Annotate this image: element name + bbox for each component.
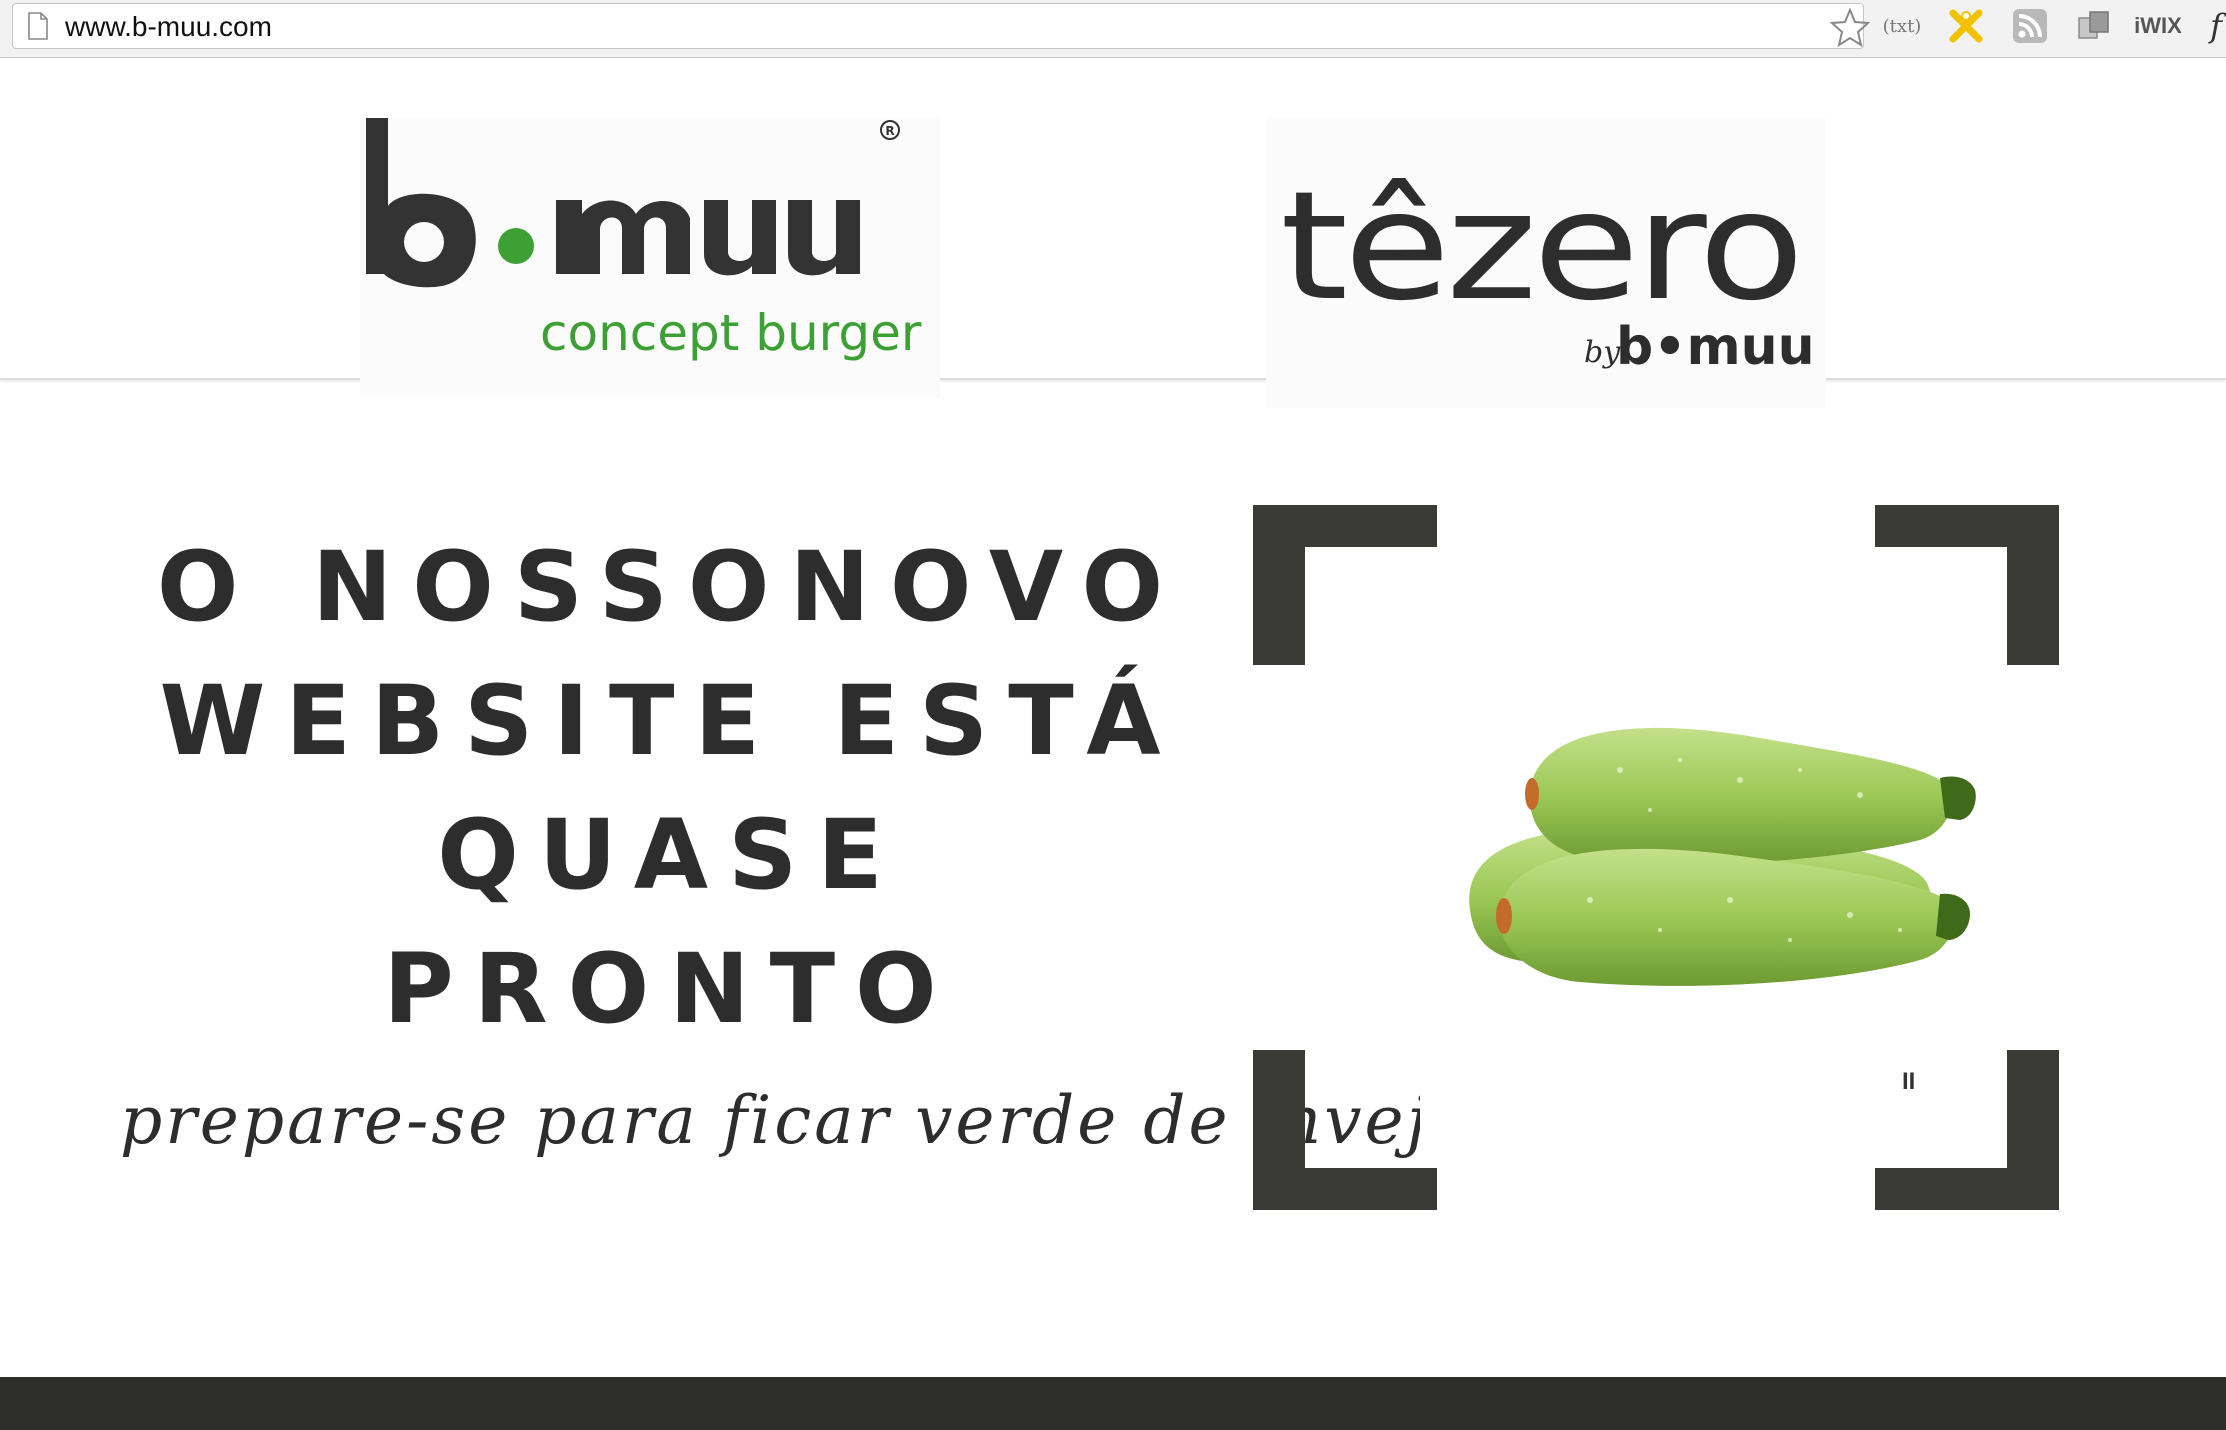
- address-bar[interactable]: www.b-muu.com: [12, 3, 1871, 49]
- headline-line-4: PRONTO: [383, 933, 957, 1045]
- footer-bar: [0, 1377, 2226, 1430]
- bmuu-logo[interactable]: R concept burger: [360, 118, 940, 398]
- wix-extension-icon[interactable]: iWIX: [2134, 6, 2182, 46]
- browser-toolbar: www.b-muu.com (txt) iWIX f: [0, 0, 2226, 58]
- tezero-logo[interactable]: têzero by b•muu: [1266, 118, 1826, 408]
- headline-line-3: QUASE: [437, 799, 903, 911]
- hero-tagline: prepare-se para ficar verde de inveja: [120, 1082, 1473, 1159]
- bmuu-subtitle: concept burger: [540, 304, 922, 362]
- x-extension-icon[interactable]: [1946, 6, 1986, 46]
- headline-line-1: O NOSSONOVO: [156, 531, 1184, 643]
- page-icon: [28, 12, 48, 40]
- registered-mark: R: [885, 124, 894, 138]
- headline-line-2: WEBSITE ESTÁ: [159, 665, 1181, 777]
- zucchini-image: [1469, 727, 1976, 986]
- tezero-wordmark: têzero: [1280, 160, 1800, 334]
- url-text[interactable]: www.b-muu.com: [65, 11, 272, 43]
- tezero-byline-brand: b•muu: [1616, 317, 1815, 377]
- f-extension-icon[interactable]: f: [2196, 6, 2226, 46]
- rss-icon[interactable]: [2010, 6, 2050, 46]
- hero-headline: O NOSSONOVO WEBSITE ESTÁ QUASE PRONTO: [120, 520, 1220, 1056]
- copy-extension-icon[interactable]: [2074, 6, 2114, 46]
- bullet-extension-icon[interactable]: (txt): [1882, 6, 1922, 46]
- bookmark-star-icon[interactable]: [1829, 6, 1871, 48]
- slideshow-pause-icon[interactable]: II: [1902, 1068, 1915, 1096]
- site-header: R concept burger têzero by b•muu: [0, 58, 2226, 408]
